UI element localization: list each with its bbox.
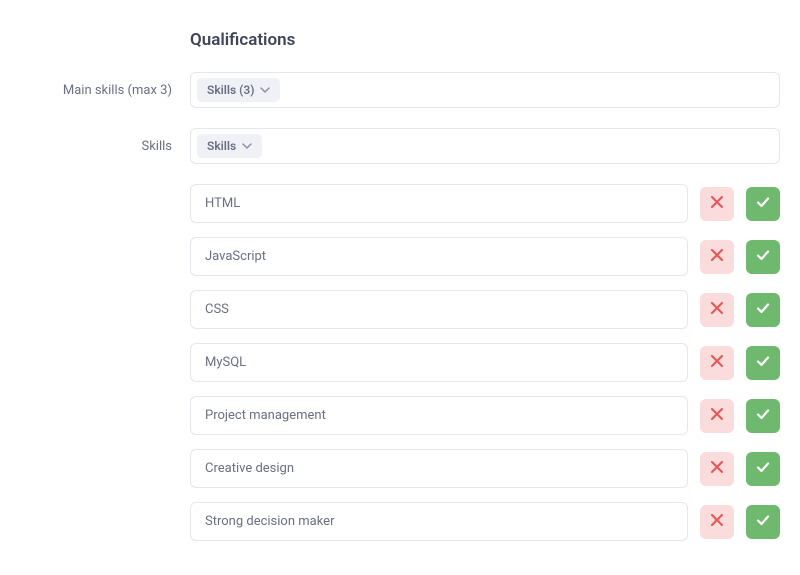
skill-input[interactable]: [190, 184, 688, 223]
skill-input[interactable]: [190, 502, 688, 541]
x-icon: [709, 300, 725, 319]
skill-entry-row: [190, 184, 780, 223]
accept-button[interactable]: [746, 187, 780, 221]
skill-entry-row: [190, 290, 780, 329]
main-skills-label: Main skills (max 3): [20, 83, 190, 98]
x-icon: [709, 512, 725, 531]
skills-dropdown-label: Skills: [207, 139, 236, 153]
skills-dropdown[interactable]: Skills: [197, 134, 262, 158]
x-icon: [709, 194, 725, 213]
skill-list: [20, 184, 780, 541]
check-icon: [755, 406, 771, 425]
main-skills-dropdown[interactable]: Skills (3): [197, 78, 280, 102]
accept-button[interactable]: [746, 505, 780, 539]
skills-row: Skills Skills: [20, 128, 780, 164]
skill-entry-row: [190, 237, 780, 276]
skill-input[interactable]: [190, 343, 688, 382]
reject-button[interactable]: [700, 346, 734, 380]
skill-input[interactable]: [190, 290, 688, 329]
skills-dropdown-container[interactable]: Skills: [190, 128, 780, 164]
accept-button[interactable]: [746, 452, 780, 486]
skill-input[interactable]: [190, 449, 688, 488]
skill-entry-row: [190, 502, 780, 541]
reject-button[interactable]: [700, 452, 734, 486]
check-icon: [755, 300, 771, 319]
accept-button[interactable]: [746, 346, 780, 380]
skill-entry-row: [190, 396, 780, 435]
main-skills-dropdown-label: Skills (3): [207, 83, 254, 97]
reject-button[interactable]: [700, 505, 734, 539]
section-title: Qualifications: [190, 30, 780, 50]
main-skills-row: Main skills (max 3) Skills (3): [20, 72, 780, 108]
reject-button[interactable]: [700, 187, 734, 221]
reject-button[interactable]: [700, 240, 734, 274]
chevron-down-icon: [242, 141, 252, 151]
skill-input[interactable]: [190, 396, 688, 435]
skills-label: Skills: [20, 139, 190, 154]
accept-button[interactable]: [746, 240, 780, 274]
check-icon: [755, 194, 771, 213]
check-icon: [755, 247, 771, 266]
main-skills-dropdown-container[interactable]: Skills (3): [190, 72, 780, 108]
check-icon: [755, 512, 771, 531]
chevron-down-icon: [260, 85, 270, 95]
x-icon: [709, 406, 725, 425]
x-icon: [709, 353, 725, 372]
accept-button[interactable]: [746, 399, 780, 433]
skill-entry-row: [190, 343, 780, 382]
qualifications-section: Qualifications Main skills (max 3) Skill…: [0, 0, 800, 575]
reject-button[interactable]: [700, 399, 734, 433]
x-icon: [709, 459, 725, 478]
skill-entry-row: [190, 449, 780, 488]
check-icon: [755, 459, 771, 478]
check-icon: [755, 353, 771, 372]
x-icon: [709, 247, 725, 266]
reject-button[interactable]: [700, 293, 734, 327]
skill-input[interactable]: [190, 237, 688, 276]
accept-button[interactable]: [746, 293, 780, 327]
